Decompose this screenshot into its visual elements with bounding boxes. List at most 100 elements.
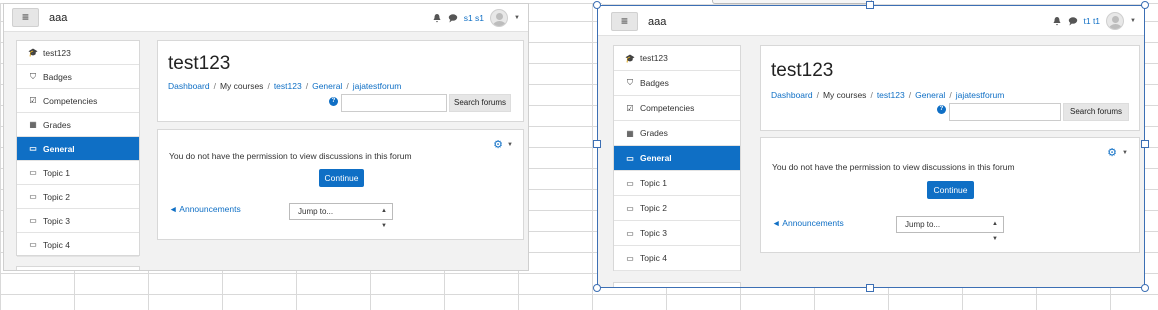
drawer-item-topic-1[interactable]: ▭ Topic 1 [614,171,740,196]
site-name[interactable]: aaa [49,12,67,24]
jump-to-label: Jump to... [905,220,941,229]
bell-icon[interactable] [1052,16,1062,26]
chevron-down-icon[interactable]: ▼ [507,142,513,148]
breadcrumb-dashboard[interactable]: Dashboard [771,90,813,100]
resize-handle[interactable] [1141,1,1149,9]
drawer-item-label: Competencies [43,95,98,106]
resize-handle[interactable] [1141,284,1149,292]
drawer-item-topic-1[interactable]: ▭ Topic 1 [17,161,139,185]
folder-icon: ▭ [29,168,37,177]
jump-to-select[interactable]: Jump to... ▲ ▼ [289,203,393,229]
drawer-item-label: Grades [640,128,668,138]
drawer-item-label: test123 [43,47,71,58]
page-title: test123 [168,53,231,74]
chat-icon[interactable] [1068,16,1078,26]
drawer-item-test123[interactable]: 🎓 test123 [614,46,740,71]
resize-handle[interactable] [593,1,601,9]
search-input[interactable] [949,103,1061,121]
drawer-item-label: Topic 1 [640,178,667,188]
resize-handle[interactable] [593,284,601,292]
breadcrumb-course[interactable]: test123 [877,90,905,100]
search-input[interactable] [341,94,447,112]
breadcrumb-forum[interactable]: jajatestforum [956,90,1005,100]
breadcrumb-dashboard[interactable]: Dashboard [168,81,210,91]
resize-handle[interactable] [1141,140,1149,148]
folder-icon: ▭ [626,253,634,263]
drawer-item-topic-3[interactable]: ▭ Topic 3 [614,221,740,246]
drawer-item-test123[interactable]: 🎓 test123 [17,41,139,65]
hamburger-icon: ≡ [620,14,628,28]
navbar: ≡ aaa t1 t1 ▼ [598,6,1144,36]
drawer-item-competencies[interactable]: ☑ Competencies [614,96,740,121]
checkbox-icon: ☑ [29,96,37,105]
continue-button[interactable]: Continue [927,181,974,199]
search-forums-button[interactable]: Search forums [1063,103,1129,121]
drawer-item-general[interactable]: ▭ General [614,146,740,171]
user-name[interactable]: t1 t1 [1084,16,1101,26]
drawer-item-topic-2[interactable]: ▭ Topic 2 [614,196,740,221]
resize-handle[interactable] [866,284,874,292]
user-name[interactable]: s1 s1 [464,13,484,23]
nav-drawer: 🎓 test123 ⛉ Badges ☑ Competencies ▦ Grades ▭ Gene… [613,45,741,271]
drawer-item-topic-3[interactable]: ▭ Topic 3 [17,209,139,233]
user-nav: s1 s1 ▼ [432,9,520,27]
drawer-item-label: Topic 4 [640,253,667,263]
search-forums-button[interactable]: Search forums [449,94,511,112]
drawer-item-grades[interactable]: ▦ Grades [614,121,740,146]
drawer-item-badges[interactable]: ⛉ Badges [614,71,740,96]
bell-icon[interactable] [432,13,442,23]
folder-icon: ▭ [626,203,634,213]
hamburger-icon: ≡ [21,10,29,24]
drawer-item-topic-4[interactable]: ▭ Topic 4 [17,233,139,257]
permission-message: You do not have the permission to view d… [169,151,412,161]
chat-icon[interactable] [448,13,458,23]
page-header: test123 Dashboard / My courses / test123/ … [157,40,524,122]
menu-toggle-button[interactable]: ≡ [12,8,39,27]
folder-icon: ▭ [626,228,634,238]
breadcrumb-section[interactable]: General [312,81,342,91]
breadcrumb-section[interactable]: General [915,90,945,100]
gear-icon[interactable]: ⚙ [1107,146,1117,159]
drawer-item-topic-2[interactable]: ▭ Topic 2 [17,185,139,209]
site-name[interactable]: aaa [648,16,666,28]
badge-icon: ⛉ [627,78,633,87]
prev-activity-link[interactable]: ◄ Announcements [169,204,241,214]
folder-icon: ▭ [626,153,634,163]
help-icon[interactable]: ? [329,97,338,106]
drawer-item-general[interactable]: ▭ General [17,137,139,161]
table-icon: ▦ [626,128,634,138]
resize-handle[interactable] [593,140,601,148]
chevron-down-icon[interactable]: ▼ [1130,18,1136,24]
menu-toggle-button[interactable]: ≡ [611,12,638,31]
nav-drawer: 🎓 test123 ⛉ Badges ☑ Competencies ▦ Grades ▭ Gene… [16,40,140,257]
jump-to-select[interactable]: Jump to... ▲ ▼ [896,216,1004,242]
checkbox-icon: ☑ [626,103,634,113]
continue-button[interactable]: Continue [319,169,364,187]
prev-activity-link[interactable]: ◄ Announcements [772,218,844,228]
drawer-item-label: Competencies [640,103,695,113]
forum-content: ⚙ ▼ You do not have the permission to vi… [157,129,524,240]
avatar[interactable] [1106,12,1125,30]
drawer-item-label: Topic 1 [43,167,70,178]
help-icon[interactable]: ? [937,105,946,114]
breadcrumb-course[interactable]: test123 [274,81,302,91]
drawer-item-topic-4[interactable]: ▭ Topic 4 [614,246,740,271]
avatar[interactable] [490,9,509,27]
select-arrows-icon: ▲ ▼ [992,221,998,242]
chevron-down-icon[interactable]: ▼ [1122,150,1128,156]
chevron-down-icon[interactable]: ▼ [514,15,520,21]
drawer-item-label: Badges [640,78,669,88]
gear-icon[interactable]: ⚙ [493,138,503,151]
breadcrumb-forum[interactable]: jajatestforum [353,81,402,91]
drawer-item-label: Grades [43,119,71,130]
resize-handle[interactable] [866,1,874,9]
drawer-item-grades[interactable]: ▦ Grades [17,113,139,137]
drawer-item-label: Topic 4 [43,239,70,250]
graduation-cap-icon: 🎓 [28,48,38,57]
screenshot-right[interactable]: ≡ aaa t1 t1 ▼ 🎓 test123 ⛉ Badges ☑ Competenci… [597,5,1145,288]
drawer-item-badges[interactable]: ⛉ Badges [17,65,139,89]
badge-icon: ⛉ [30,71,36,81]
permission-message: You do not have the permission to view d… [772,162,1015,172]
drawer-item-competencies[interactable]: ☑ Competencies [17,89,139,113]
drawer-item-label: Topic 3 [43,215,70,226]
